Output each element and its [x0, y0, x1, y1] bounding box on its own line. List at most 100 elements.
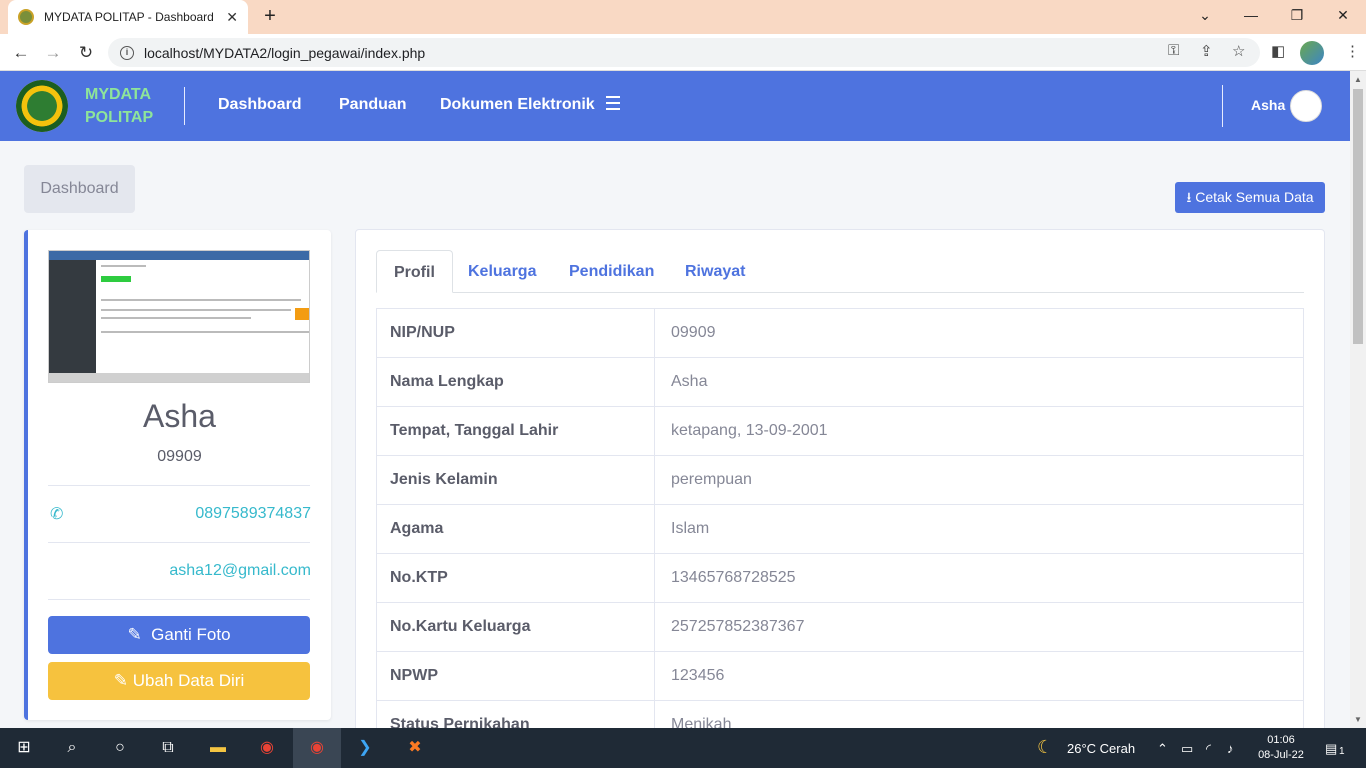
address-bar[interactable]: i localhost/MYDATA2/login_pegawai/index.… [108, 38, 1260, 67]
vscode-icon[interactable]: ❯ [353, 736, 377, 760]
tab-search-icon[interactable]: ⌄ [1182, 0, 1228, 34]
politap-logo[interactable] [16, 80, 68, 132]
tab-keluarga[interactable]: Keluarga [451, 250, 553, 293]
clock-time: 01:06 [1267, 734, 1295, 746]
table-row: Jenis Kelamin perempuan [376, 455, 1304, 505]
menu-toggle-icon[interactable] [606, 96, 620, 114]
weather-text[interactable]: 26°C Cerah [1067, 741, 1135, 756]
notification-icon[interactable]: ▤ [1325, 741, 1337, 757]
profile-email: asha12@gmail.com [169, 562, 311, 579]
nav-link-dashboard[interactable]: Dashboard [218, 96, 302, 114]
url-text: localhost/MYDATA2/login_pegawai/index.ph… [144, 44, 426, 61]
weather-icon[interactable]: ☾ [1037, 737, 1053, 758]
taskbar-clock[interactable]: 01:06 08-Jul-22 [1255, 733, 1307, 763]
profile-nip: 09909 [157, 448, 202, 465]
table-row: NPWP 123456 [376, 651, 1304, 701]
windows-start-icon[interactable]: ⊞ [12, 736, 36, 760]
table-row: No.KTP 13465768728525 [376, 553, 1304, 603]
row-label: Agama [376, 504, 655, 554]
row-label: NPWP [376, 651, 655, 701]
minimize-icon[interactable]: — [1228, 0, 1274, 34]
navbar-divider-right [1222, 85, 1223, 127]
site-favicon-icon [18, 9, 34, 25]
row-label: No.KTP [376, 553, 655, 603]
table-row: NIP/NUP 09909 [376, 308, 1304, 358]
notification-count: 1 [1339, 746, 1345, 757]
cortana-icon[interactable]: ○ [108, 736, 132, 760]
file-explorer-icon[interactable]: ▬ [206, 736, 230, 760]
scroll-down-icon[interactable]: ▼ [1354, 715, 1362, 724]
browser-toolbar: ← → ↻ i localhost/MYDATA2/login_pegawai/… [0, 34, 1366, 71]
maximize-icon[interactable]: ❐ [1274, 0, 1320, 34]
browser-menu-icon[interactable]: ⋮ [1345, 42, 1360, 60]
profile-detail-card: Profil Keluarga Pendidikan Riwayat NIP/N… [355, 229, 1325, 750]
chrome-active-icon[interactable]: ◉ [305, 736, 329, 760]
close-window-icon[interactable]: ✕ [1320, 0, 1366, 34]
new-tab-icon[interactable]: + [258, 4, 282, 28]
row-label: Nama Lengkap [376, 357, 655, 407]
edit-data-label: Ubah Data Diri [132, 671, 245, 690]
search-icon[interactable]: ⌕ [60, 736, 84, 760]
profile-detail-table: NIP/NUP 09909 Nama Lengkap Asha Tempat, Ta… [376, 308, 1304, 750]
divider [48, 485, 310, 486]
row-label: NIP/NUP [376, 308, 655, 358]
print-all-label: Cetak Semua Data [1195, 189, 1314, 205]
print-all-button[interactable]: ⭳ Cetak Semua Data [1175, 182, 1325, 213]
battery-icon[interactable]: ▭ [1181, 741, 1193, 757]
bookmark-star-icon[interactable]: ☆ [1232, 42, 1245, 60]
table-row: Nama Lengkap Asha [376, 357, 1304, 407]
volume-icon[interactable]: ♪ [1227, 741, 1234, 756]
row-value: ketapang, 13-09-2001 [654, 406, 1304, 456]
show-hidden-icons-icon[interactable]: ⌃ [1157, 741, 1168, 757]
scrollbar-thumb[interactable] [1353, 89, 1363, 344]
tab-pendidikan[interactable]: Pendidikan [552, 250, 671, 293]
row-label: Tempat, Tanggal Lahir [376, 406, 655, 456]
divider [48, 599, 310, 600]
task-view-icon[interactable]: ⧉ [156, 736, 180, 760]
browser-title-bar: MYDATA POLITAP - Dashboard ✕ + ⌄ — ❐ ✕ [0, 0, 1366, 34]
site-info-icon[interactable]: i [120, 45, 134, 60]
chrome-icon[interactable]: ◉ [255, 736, 279, 760]
key-icon[interactable]: ⚿ [1168, 42, 1179, 59]
side-panel-icon[interactable]: ◧ [1271, 42, 1285, 60]
close-tab-icon[interactable]: ✕ [226, 9, 238, 26]
reload-icon[interactable]: ↻ [73, 40, 99, 66]
table-row: Agama Islam [376, 504, 1304, 554]
share-icon[interactable]: ⇪ [1200, 42, 1213, 60]
back-icon[interactable]: ← [8, 40, 34, 66]
row-value: Asha [654, 357, 1304, 407]
table-row: Tempat, Tanggal Lahir ketapang, 13-09-200… [376, 406, 1304, 456]
change-photo-button[interactable]: ✎ Ganti Foto [48, 616, 310, 654]
row-value: 09909 [654, 308, 1304, 358]
table-row: No.Kartu Keluarga 257257852387367 [376, 602, 1304, 652]
nav-link-panduan[interactable]: Panduan [339, 96, 407, 114]
brand-name[interactable]: MYDATA POLITAP [85, 83, 153, 129]
row-value: 257257852387367 [654, 602, 1304, 652]
scroll-up-icon[interactable]: ▲ [1354, 75, 1362, 84]
row-value: 123456 [654, 651, 1304, 701]
row-value: perempuan [654, 455, 1304, 505]
wifi-icon[interactable]: ◜ [1206, 741, 1211, 757]
xampp-icon[interactable]: ✖ [403, 736, 427, 760]
edit-icon: ✎ [127, 625, 142, 644]
forward-icon[interactable]: → [40, 40, 66, 66]
change-photo-label: Ganti Foto [151, 625, 231, 644]
tab-profil[interactable]: Profil [376, 250, 453, 293]
edit-data-button[interactable]: ✎ Ubah Data Diri [48, 662, 310, 700]
navbar-divider [184, 87, 185, 125]
page-scrollbar[interactable]: ▲ ▼ [1350, 71, 1366, 728]
brand-line-1: MYDATA [85, 86, 152, 103]
divider [48, 542, 310, 543]
nav-link-dokumen-elektronik[interactable]: Dokumen Elektronik [440, 96, 595, 114]
download-icon: ⭳ [1186, 189, 1192, 205]
profile-phone: 0897589374837 [195, 505, 311, 522]
user-avatar[interactable] [1290, 90, 1322, 122]
tab-riwayat[interactable]: Riwayat [668, 250, 762, 293]
clock-date: 08-Jul-22 [1258, 749, 1304, 761]
browser-tab[interactable]: MYDATA POLITAP - Dashboard ✕ [8, 0, 248, 34]
navbar-user-name[interactable]: Asha [1251, 97, 1285, 113]
profile-name: Asha [143, 398, 216, 434]
edit-icon: ✎ [113, 671, 128, 690]
app-navbar: MYDATA POLITAP Dashboard Panduan Dokumen… [0, 71, 1350, 141]
browser-profile-avatar[interactable] [1300, 41, 1324, 65]
